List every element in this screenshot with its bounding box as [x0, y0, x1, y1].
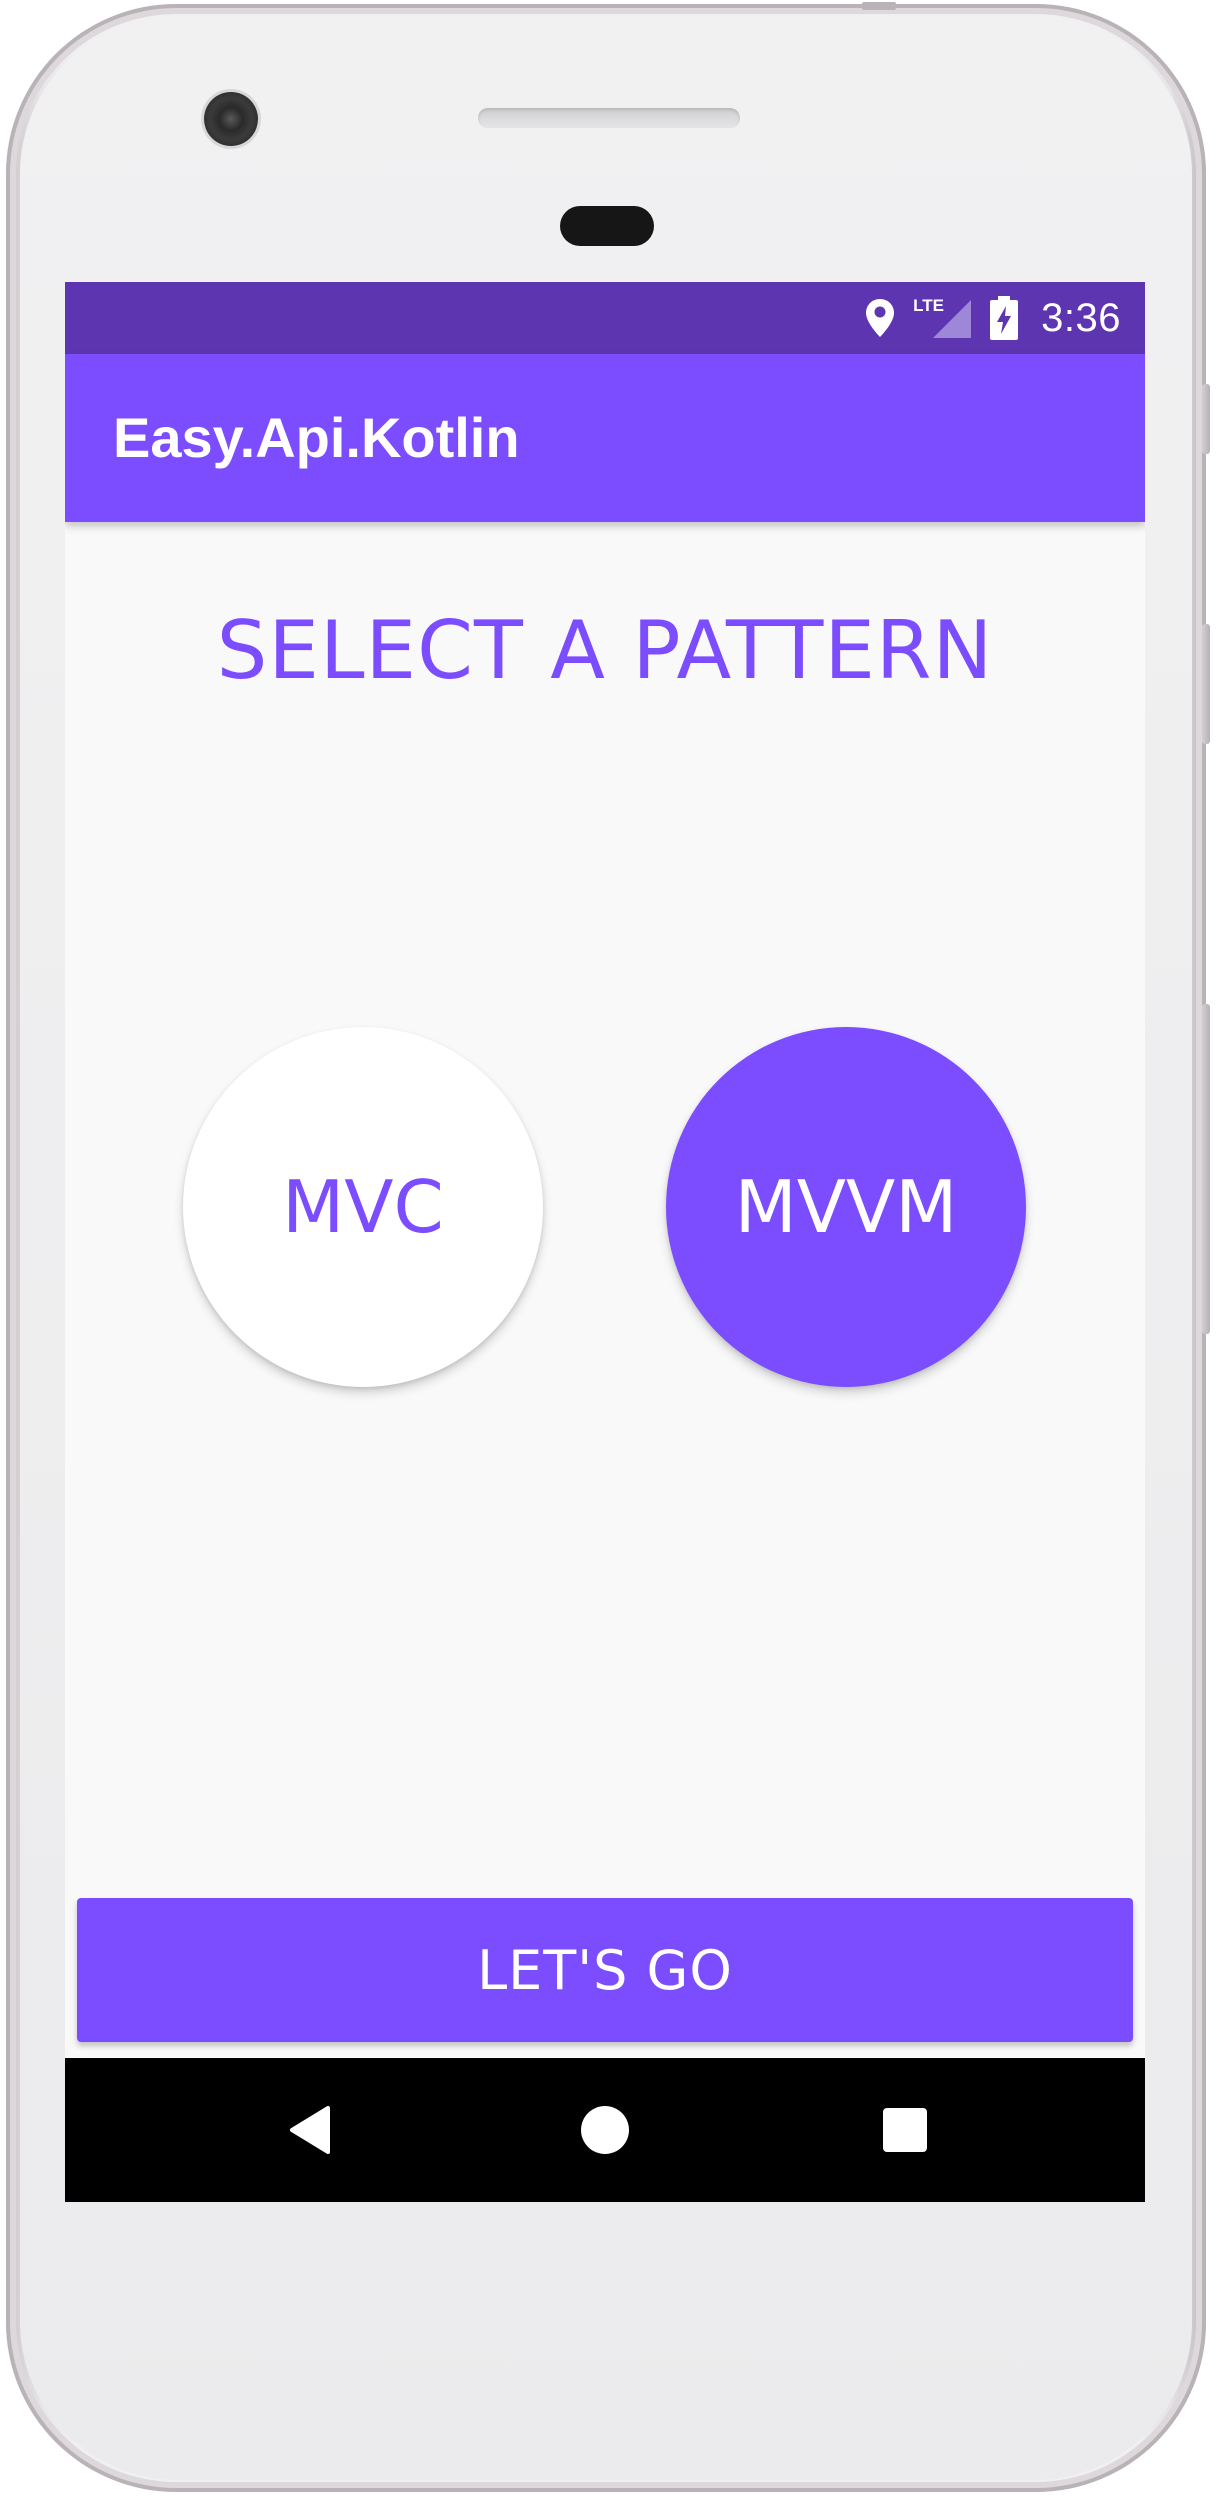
status-icons: LTE 3:36 — [865, 282, 1121, 354]
mvc-option-label: MVC — [282, 1165, 444, 1249]
nav-back-button[interactable] — [250, 2058, 370, 2202]
navigation-bar — [65, 2058, 1145, 2202]
proximity-sensor — [560, 206, 654, 246]
app-bar: Easy.Api.Kotlin — [65, 354, 1145, 522]
location-icon — [865, 298, 895, 338]
phone-screen: LTE 3:36 Easy.Api.Kotlin SELECT A PATTER… — [65, 282, 1145, 2202]
lte-signal-icon: LTE — [913, 294, 972, 342]
nav-home-button[interactable] — [545, 2058, 665, 2202]
page-heading: SELECT A PATTERN — [216, 604, 994, 697]
lets-go-button[interactable]: LET'S GO — [77, 1898, 1133, 2042]
recents-icon — [883, 2108, 927, 2152]
mvvm-option-label: MVVM — [734, 1165, 958, 1249]
front-camera — [204, 92, 258, 146]
device-side-button — [1202, 384, 1210, 454]
lets-go-label: LET'S GO — [477, 1938, 733, 2002]
home-icon — [581, 2106, 629, 2154]
device-top-button — [862, 2, 896, 10]
battery-charging-icon — [989, 296, 1019, 340]
app-title: Easy.Api.Kotlin — [113, 406, 520, 469]
mvc-option-button[interactable]: MVC — [183, 1027, 543, 1387]
earpiece-speaker — [478, 108, 740, 128]
mvvm-option-button[interactable]: MVVM — [666, 1027, 1026, 1387]
status-bar: LTE 3:36 — [65, 282, 1145, 354]
network-type-label: LTE — [913, 296, 944, 315]
device-volume-button — [1202, 1004, 1210, 1334]
status-clock: 3:36 — [1041, 295, 1121, 340]
pattern-selection-content: SELECT A PATTERN MVC MVVM — [65, 522, 1145, 2058]
device-power-button — [1202, 624, 1210, 744]
back-icon — [290, 2106, 330, 2154]
nav-recents-button[interactable] — [845, 2058, 965, 2202]
